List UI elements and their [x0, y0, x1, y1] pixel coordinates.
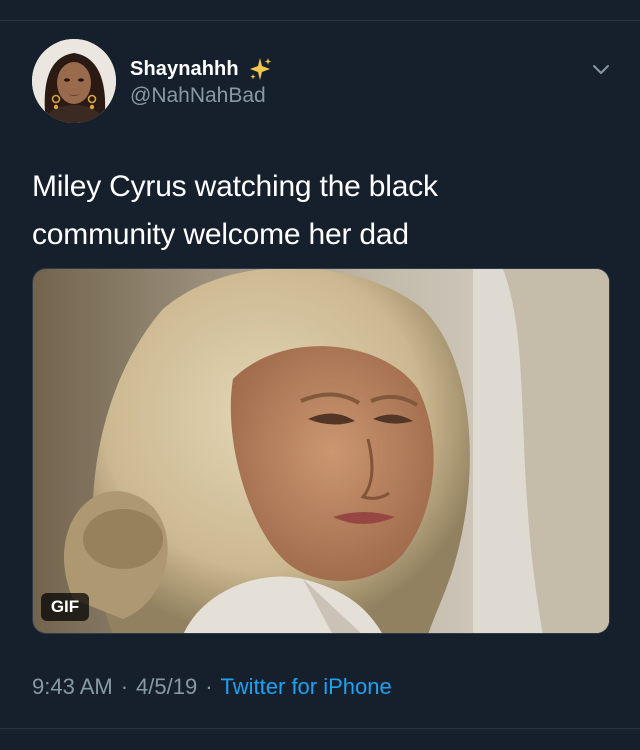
tweet-date[interactable]: 4/5/19: [136, 674, 197, 700]
author-display-name[interactable]: Shaynahhh: [130, 58, 239, 81]
meta-separator: ·: [205, 674, 213, 699]
tweet-text: Miley Cyrus watching the black community…: [32, 163, 592, 259]
gif-frame: [33, 269, 609, 633]
tweet-text-line-1: Miley Cyrus watching the black: [32, 170, 438, 203]
gif-media[interactable]: [32, 268, 610, 634]
author-handle[interactable]: @NahNahBad: [130, 84, 266, 108]
author-name-row[interactable]: Shaynahhh: [130, 56, 273, 82]
tweet-screenshot: Shaynahhh @NahNahBad Miley Cyrus watchin…: [0, 0, 640, 750]
bottom-divider: [0, 728, 640, 729]
meta-separator: ·: [120, 674, 129, 699]
tweet-text-line-2: community welcome her dad: [32, 218, 409, 251]
avatar-image: [32, 39, 116, 123]
gif-badge: GIF: [41, 593, 89, 621]
tweet-source-link[interactable]: Twitter for iPhone: [221, 674, 392, 700]
avatar[interactable]: [32, 39, 116, 123]
chevron-down-icon[interactable]: [588, 56, 614, 82]
tweet-meta: 9:43 AM · 4/5/19 · Twitter for iPhone: [32, 674, 392, 700]
tweet-time[interactable]: 9:43 AM: [32, 674, 113, 700]
sparkles-icon: [247, 56, 273, 82]
top-divider: [0, 20, 640, 21]
